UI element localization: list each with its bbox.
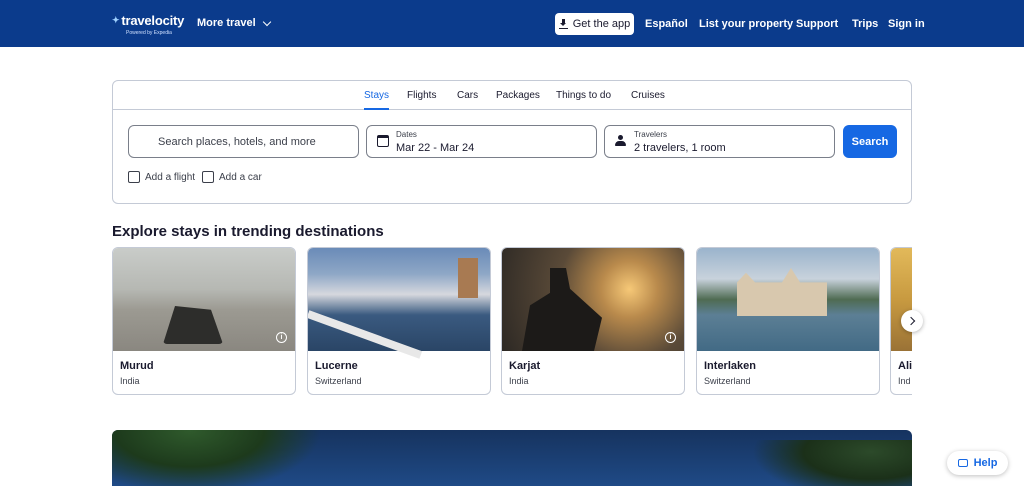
trips-link[interactable]: Trips	[852, 18, 878, 30]
destination-image	[502, 248, 684, 351]
destination-carousel: i Murud India Lucerne Switzerland i Karj…	[112, 247, 912, 397]
destination-country: Switzerland	[315, 376, 362, 386]
help-label: Help	[973, 457, 998, 469]
destination-country: India	[120, 376, 140, 386]
download-icon	[558, 19, 568, 29]
calendar-icon	[377, 135, 389, 147]
travelers-value: 2 travelers, 1 room	[634, 142, 726, 154]
tab-stays[interactable]: Stays	[364, 90, 390, 110]
destination-input[interactable]: Search places, hotels, and more	[128, 125, 359, 158]
destination-city: Ali	[898, 360, 912, 372]
travelers-field[interactable]: Travelers 2 travelers, 1 room	[604, 125, 835, 158]
section-title: Explore stays in trending destinations	[112, 223, 384, 240]
add-car-label: Add a car	[219, 171, 262, 183]
dates-label: Dates	[396, 130, 417, 139]
destination-city: Karjat	[509, 360, 541, 372]
travelers-label: Travelers	[634, 130, 668, 139]
sign-in-link[interactable]: Sign in	[888, 18, 925, 30]
add-flight-label: Add a flight	[145, 171, 196, 183]
destination-country: India	[509, 376, 529, 386]
logo-star-icon: ✦	[112, 15, 120, 25]
travelocity-logo[interactable]: ✦ travelocity Powered by Expedia	[112, 13, 184, 36]
top-nav-bar: ✦ travelocity Powered by Expedia More tra…	[0, 0, 1024, 47]
destination-city: Interlaken	[704, 360, 756, 372]
chevron-right-icon	[906, 316, 915, 326]
logo-powered-by: Powered by Expedia	[126, 30, 172, 36]
support-link[interactable]: Support	[796, 18, 838, 30]
add-car-checkbox[interactable]: Add a car	[202, 171, 262, 183]
checkbox-icon	[202, 171, 214, 183]
destination-card-lucerne[interactable]: Lucerne Switzerland	[307, 247, 491, 395]
destination-city: Lucerne	[315, 360, 358, 372]
destination-image	[308, 248, 490, 359]
destination-city: Murud	[120, 360, 154, 372]
tab-things-to-do[interactable]: Things to do	[556, 90, 611, 101]
destination-image	[113, 248, 295, 351]
list-property-link[interactable]: List your property	[699, 18, 793, 30]
destination-card-karjat[interactable]: i Karjat India	[501, 247, 685, 395]
dates-field[interactable]: Dates Mar 22 - Mar 24	[366, 125, 597, 158]
help-button[interactable]: Help	[947, 451, 1008, 475]
destination-card-murud[interactable]: i Murud India	[112, 247, 296, 395]
info-icon[interactable]: i	[665, 332, 676, 343]
hero-banner-image	[112, 430, 912, 486]
checkbox-icon	[128, 171, 140, 183]
person-icon	[615, 135, 626, 147]
info-icon[interactable]: i	[276, 332, 287, 343]
add-flight-checkbox[interactable]: Add a flight	[128, 171, 195, 183]
search-tabs: Stays Flights Cars Packages Things to do…	[113, 81, 911, 110]
get-the-app-label: Get the app	[572, 18, 631, 30]
tab-flights[interactable]: Flights	[407, 90, 436, 101]
destination-image	[697, 248, 879, 351]
destination-image	[891, 248, 912, 351]
language-link[interactable]: Español	[645, 18, 688, 30]
chat-icon	[957, 459, 968, 467]
destination-placeholder: Search places, hotels, and more	[158, 136, 316, 148]
tab-cruises[interactable]: Cruises	[631, 90, 665, 101]
destination-country: Switzerland	[704, 376, 751, 386]
tab-cars[interactable]: Cars	[457, 90, 478, 101]
get-the-app-button[interactable]: Get the app	[555, 13, 634, 35]
carousel-next-button[interactable]	[901, 310, 923, 332]
tab-packages[interactable]: Packages	[496, 90, 540, 101]
logo-text: travelocity	[121, 13, 185, 28]
search-form: Stays Flights Cars Packages Things to do…	[112, 80, 912, 204]
destination-card-interlaken[interactable]: Interlaken Switzerland	[696, 247, 880, 395]
chevron-down-icon	[262, 17, 271, 26]
dates-value: Mar 22 - Mar 24	[396, 142, 475, 154]
more-travel-label: More travel	[197, 17, 256, 29]
destination-country: Ind	[898, 376, 911, 386]
search-button[interactable]: Search	[843, 125, 897, 158]
more-travel-menu[interactable]: More travel	[197, 17, 271, 29]
